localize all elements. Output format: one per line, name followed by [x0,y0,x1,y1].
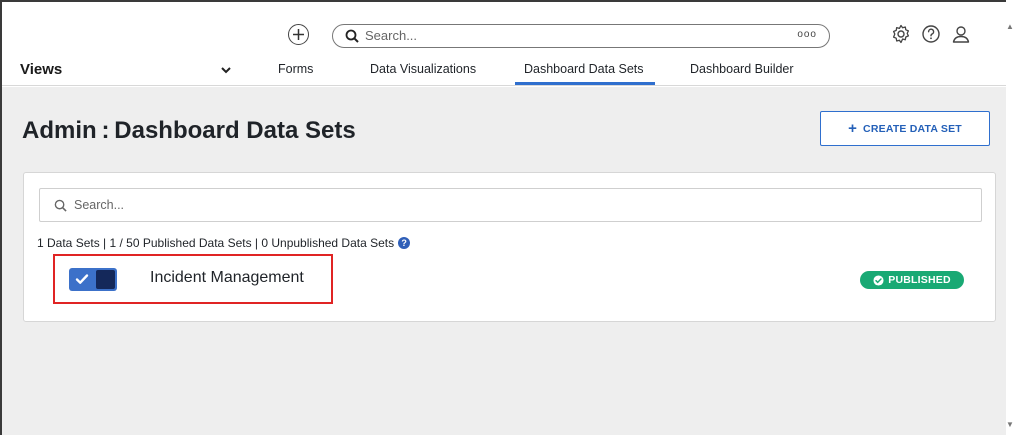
tab-data-visualizations[interactable]: Data Visualizations [370,62,476,76]
data-set-stats: 1 Data Sets | 1 / 50 Published Data Sets… [37,236,411,250]
create-data-set-label: CREATE DATA SET [863,122,962,135]
views-nav: Views Forms Data Visualizations Dashboar… [2,57,1006,86]
help-icon[interactable] [920,23,942,45]
gear-icon[interactable] [890,23,912,45]
help-icon[interactable]: ? [398,237,411,249]
toggle-knob [96,270,115,289]
data-sets-card: Search... 1 Data Sets | 1 / 50 Published… [23,172,996,322]
create-data-set-button[interactable]: + CREATE DATA SET [820,111,990,146]
scroll-up-icon[interactable]: ▲ [1006,22,1014,32]
search-options-icon[interactable]: ooo [797,29,817,40]
data-set-search-input[interactable]: Search... [39,188,982,222]
page-title: Admin : Dashboard Data Sets [22,117,356,144]
enable-toggle[interactable] [69,268,117,291]
views-dropdown-label[interactable]: Views [20,61,62,78]
top-bar: Search... ooo [2,2,1006,58]
global-search-bar[interactable]: Search... ooo [332,24,830,48]
search-icon [54,199,67,212]
check-icon [75,274,89,284]
global-search-placeholder: Search... [365,28,418,43]
data-set-stats-text: 1 Data Sets | 1 / 50 Published Data Sets… [37,236,395,250]
data-set-name[interactable]: Incident Management [150,269,304,287]
tab-dashboard-data-sets[interactable]: Dashboard Data Sets [515,62,654,85]
status-badge: PUBLISHED [860,271,964,289]
add-icon[interactable] [288,24,309,45]
check-circle-icon [873,274,884,286]
user-icon[interactable] [950,23,972,45]
status-badge-label: PUBLISHED [888,274,951,286]
tab-forms[interactable]: Forms [278,62,313,76]
tab-dashboard-builder[interactable]: Dashboard Builder [690,62,794,76]
list-item[interactable]: Incident Management [53,254,333,304]
chevron-down-icon[interactable] [220,64,232,76]
plus-icon: + [848,120,858,137]
scroll-down-icon[interactable]: ▼ [1006,420,1014,430]
main-content: Admin : Dashboard Data Sets + CREATE DAT… [2,87,1006,435]
scrollbar[interactable] [1006,0,1014,435]
search-icon [345,29,359,43]
data-set-search-placeholder: Search... [74,198,125,212]
